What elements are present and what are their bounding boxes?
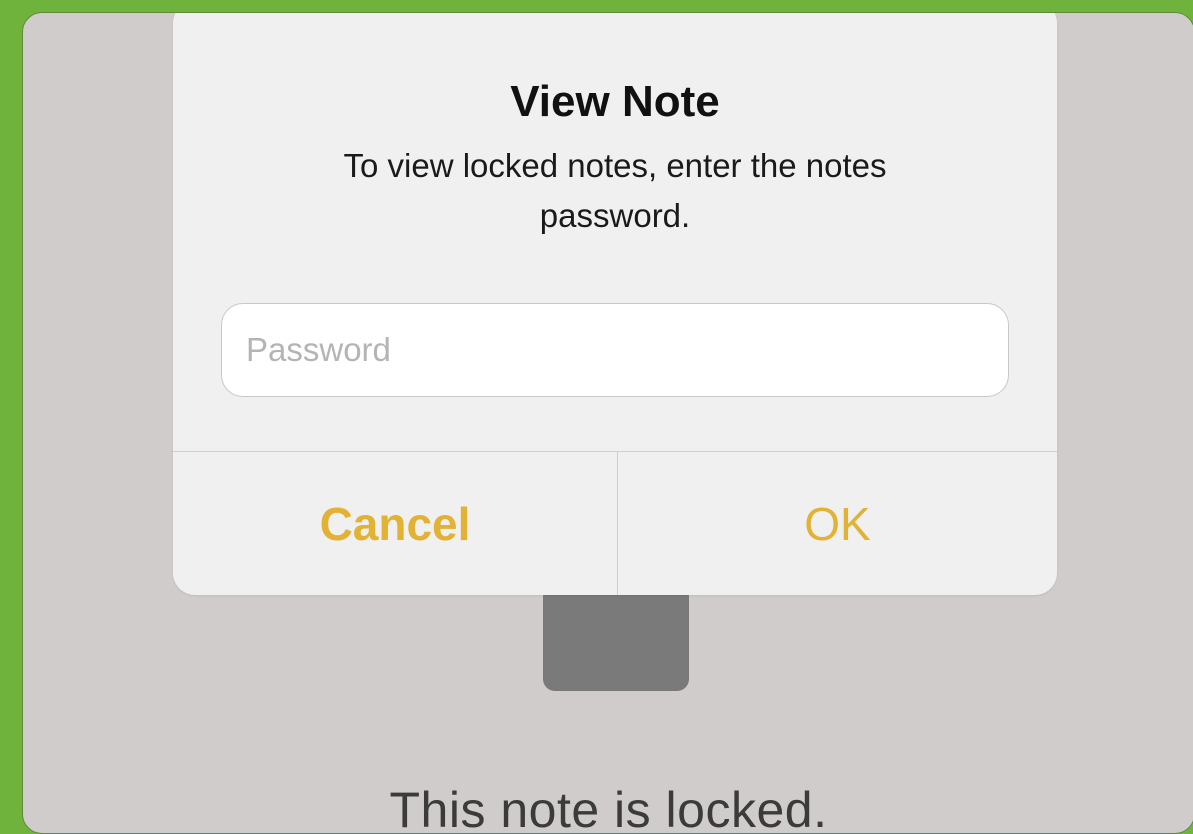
password-input[interactable]: [221, 303, 1009, 397]
locked-note-message: This note is locked.: [389, 782, 828, 834]
ok-button[interactable]: OK: [618, 452, 1057, 595]
notes-screen: This note is locked. View Note To view l…: [22, 12, 1193, 834]
view-note-alert: View Note To view locked notes, enter th…: [173, 13, 1057, 595]
alert-title: View Note: [510, 77, 720, 126]
lock-icon: [543, 583, 689, 691]
alert-message: To view locked notes, enter the notes pa…: [343, 147, 887, 234]
cancel-button[interactable]: Cancel: [173, 452, 617, 595]
